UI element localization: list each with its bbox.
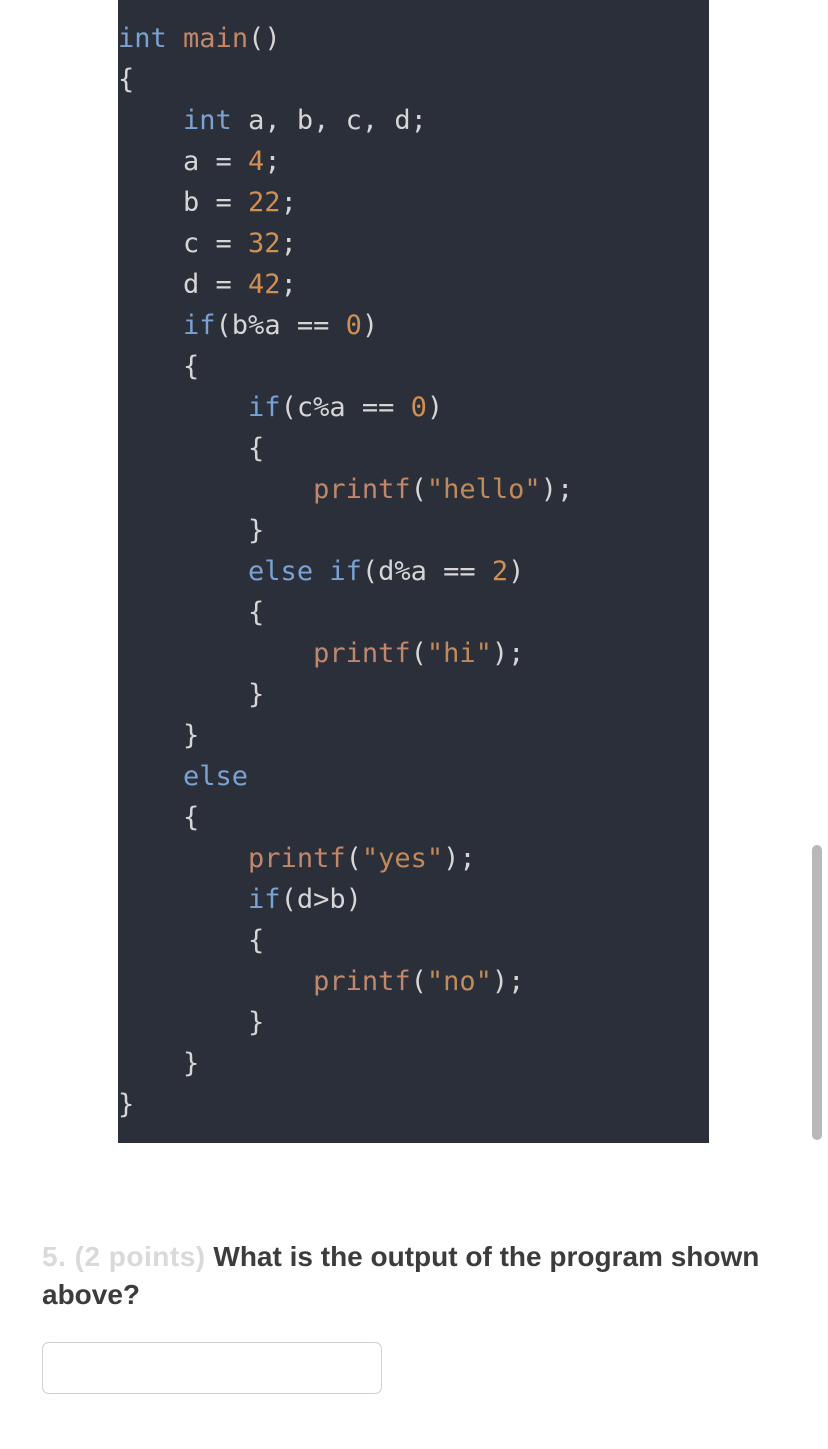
code-line: { (118, 797, 709, 838)
code-line: printf("no"); (118, 961, 709, 1002)
code-line: printf("yes"); (118, 838, 709, 879)
code-block: int main(){ int a, b, c, d; a = 4; b = 2… (118, 0, 709, 1143)
code-line: } (118, 674, 709, 715)
question-prefix: 5. (2 points) (42, 1241, 206, 1272)
code-line: { (118, 428, 709, 469)
code-line: b = 22; (118, 182, 709, 223)
code-line: a = 4; (118, 141, 709, 182)
code-line: } (118, 1084, 709, 1125)
code-line: else if(d%a == 2) (118, 551, 709, 592)
code-line: { (118, 920, 709, 961)
answer-input[interactable] (42, 1342, 382, 1394)
code-line: { (118, 592, 709, 633)
scrollbar-thumb[interactable] (812, 845, 822, 1140)
code-line: int a, b, c, d; (118, 100, 709, 141)
code-line: if(d>b) (118, 879, 709, 920)
code-line: { (118, 346, 709, 387)
code-line: d = 42; (118, 264, 709, 305)
code-line: else (118, 756, 709, 797)
code-line: printf("hi"); (118, 633, 709, 674)
code-line: } (118, 510, 709, 551)
code-line: c = 32; (118, 223, 709, 264)
code-line: } (118, 1043, 709, 1084)
code-line: if(b%a == 0) (118, 305, 709, 346)
question-text: 5. (2 points) What is the output of the … (42, 1238, 786, 1314)
code-line: if(c%a == 0) (118, 387, 709, 428)
code-line: int main() (118, 18, 709, 59)
code-line: } (118, 715, 709, 756)
code-line: } (118, 1002, 709, 1043)
code-line: { (118, 59, 709, 100)
code-line: printf("hello"); (118, 469, 709, 510)
